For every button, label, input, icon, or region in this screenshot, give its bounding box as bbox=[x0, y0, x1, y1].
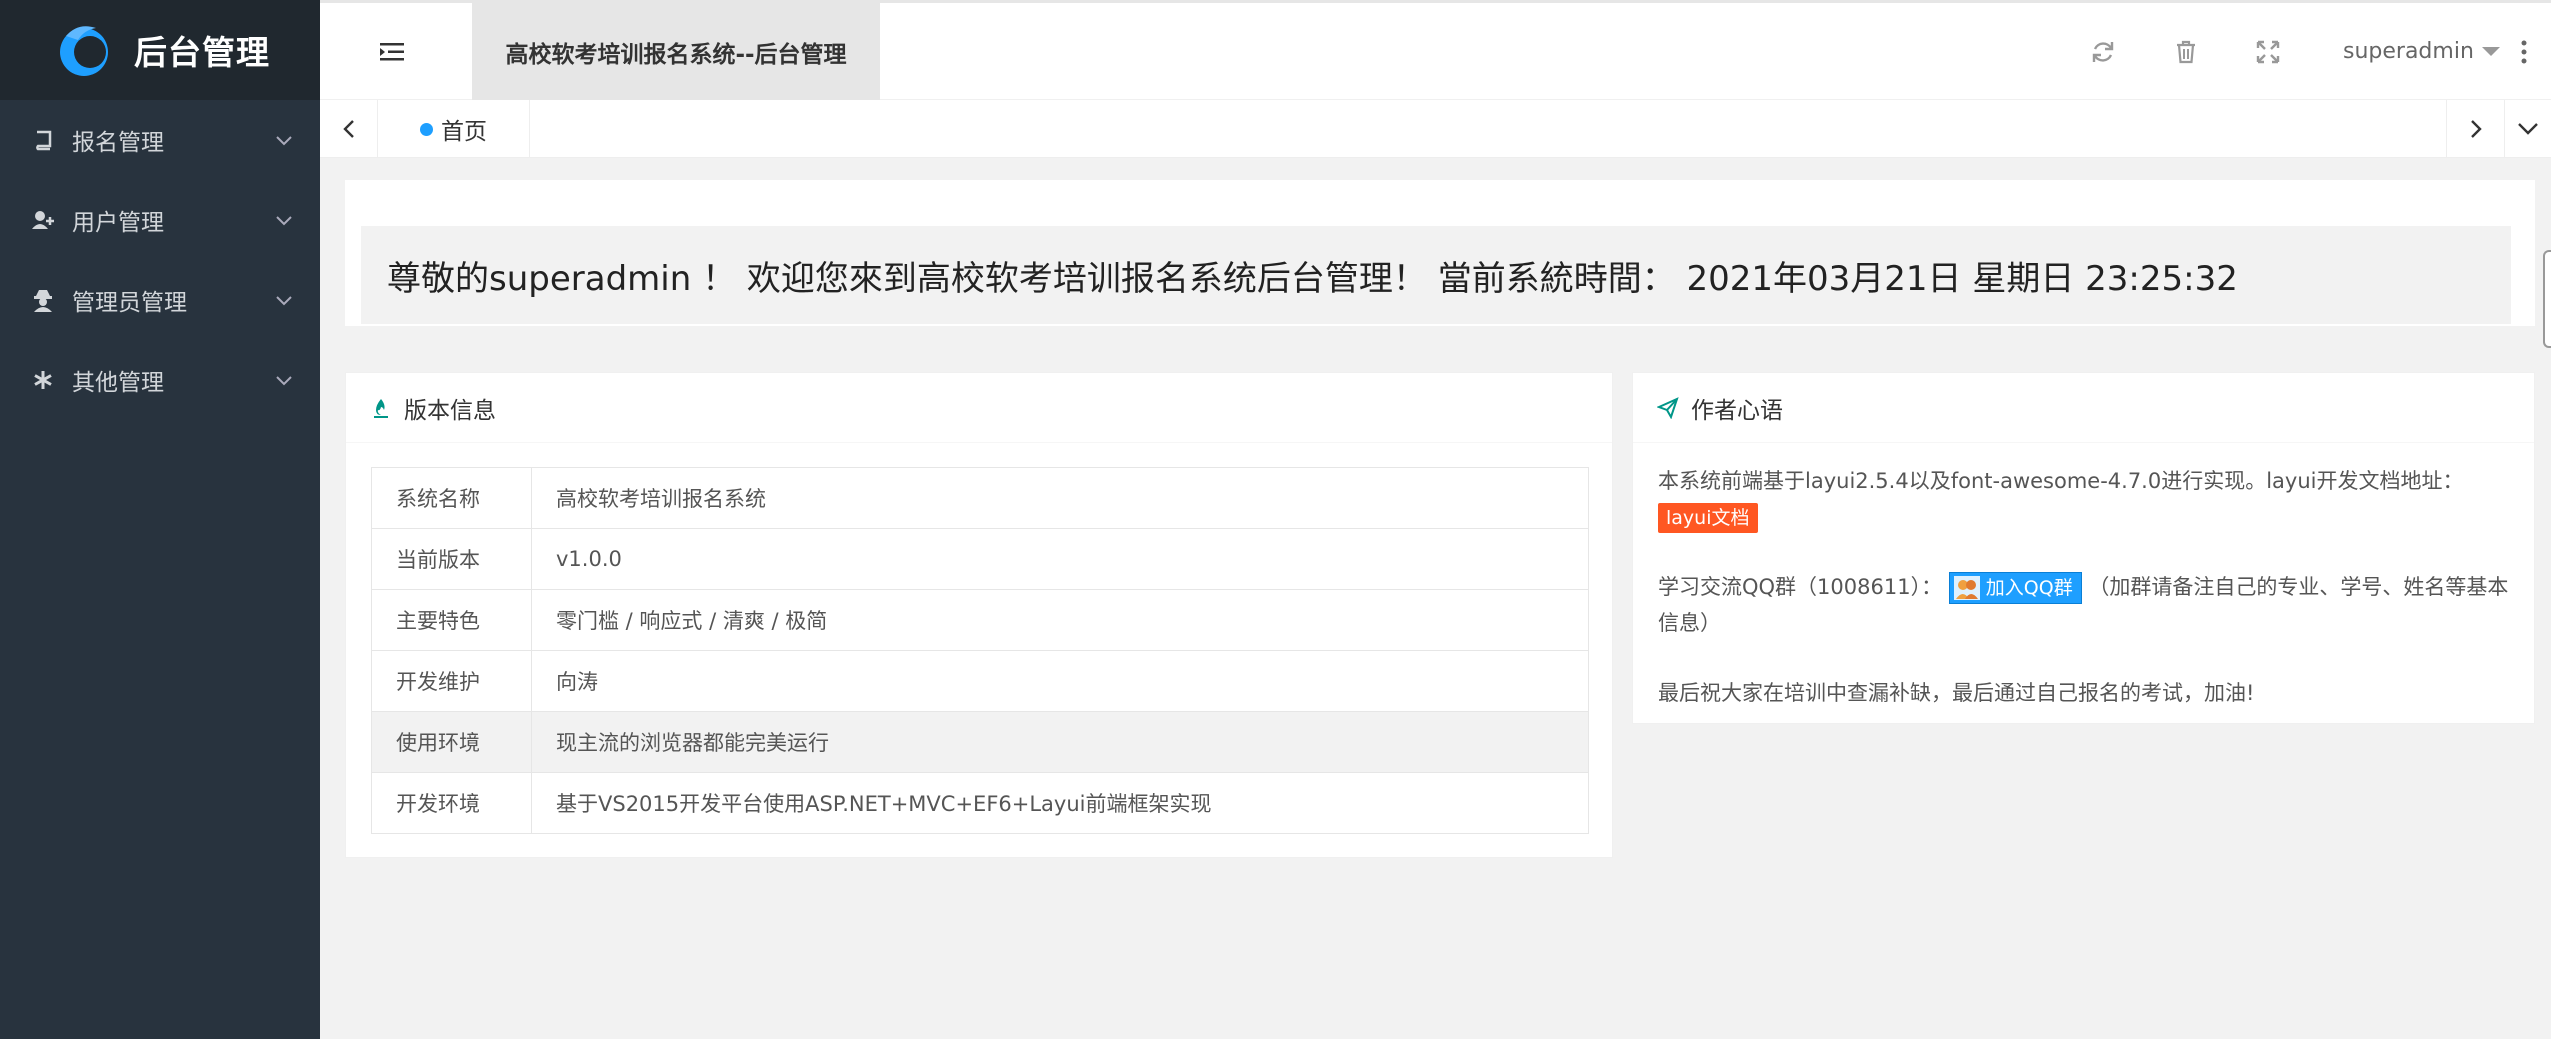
table-row: 使用环境 现主流的浏览器都能完美运行 bbox=[371, 711, 1589, 773]
intro-text: 本系统前端基于layui2.5.4以及font-awesome-4.7.0进行实… bbox=[1658, 469, 2464, 493]
row-key: 使用环境 bbox=[371, 711, 532, 773]
welcome-message: 尊敬的superadmin ！ 欢迎您來到高校软考培训报名系统后台管理！ 當前系… bbox=[361, 226, 2511, 324]
sidebar-item-others[interactable]: 其他管理 bbox=[0, 340, 320, 420]
chevron-down-icon bbox=[276, 296, 292, 306]
intro-paragraph: 本系统前端基于layui2.5.4以及font-awesome-4.7.0进行实… bbox=[1658, 463, 2518, 535]
sidebar-item-users[interactable]: 用户管理 bbox=[0, 180, 320, 260]
row-value: 零门槛 / 响应式 / 清爽 / 极简 bbox=[531, 589, 1589, 651]
fullscreen-icon[interactable] bbox=[2255, 39, 2281, 65]
paper-plane-icon bbox=[1657, 396, 1679, 419]
active-dot-icon bbox=[420, 122, 433, 136]
top-header: 高校软考培训报名系统--后台管理 superadmin bbox=[320, 0, 2551, 100]
card-header: 作者心语 bbox=[1633, 373, 2534, 443]
qq-button-label: 加入QQ群 bbox=[1985, 577, 2073, 599]
caret-down-icon bbox=[2481, 47, 2500, 56]
table-row: 主要特色 零门槛 / 响应式 / 清爽 / 极简 bbox=[371, 589, 1589, 651]
row-value: 现主流的浏览器都能完美运行 bbox=[531, 711, 1589, 773]
more-vertical-icon[interactable] bbox=[2520, 39, 2528, 65]
tab-scroll-right-button[interactable] bbox=[2446, 100, 2504, 158]
sidebar-item-registration[interactable]: 报名管理 bbox=[0, 100, 320, 180]
row-key: 当前版本 bbox=[371, 528, 532, 590]
logo-title: 后台管理 bbox=[134, 33, 270, 72]
card-title: 版本信息 bbox=[404, 397, 496, 424]
table-row: 当前版本 v1.0.0 bbox=[371, 528, 1589, 590]
user-plus-icon bbox=[30, 207, 56, 233]
row-key: 开发维护 bbox=[371, 650, 532, 712]
user-menu[interactable]: superadmin bbox=[2343, 39, 2500, 64]
card-header: 版本信息 bbox=[346, 373, 1612, 443]
sidebar-item-label: 其他管理 bbox=[72, 370, 164, 396]
asterisk-icon bbox=[30, 367, 56, 393]
sidebar-item-label: 管理员管理 bbox=[72, 290, 187, 316]
card-title: 作者心语 bbox=[1691, 397, 1783, 424]
tab-home-label: 首页 bbox=[441, 119, 487, 145]
trash-icon[interactable] bbox=[2173, 39, 2199, 65]
chevron-left-icon bbox=[342, 120, 354, 138]
logo-icon bbox=[56, 22, 112, 78]
author-notes-body: 本系统前端基于layui2.5.4以及font-awesome-4.7.0进行实… bbox=[1658, 463, 2518, 711]
page-title-tab[interactable]: 高校软考培训报名系统--后台管理 bbox=[472, 3, 880, 100]
version-table: 系统名称 高校软考培训报名系统 当前版本 v1.0.0 主要特色 零门槛 / 响应式 … bbox=[371, 467, 1589, 834]
chevron-down-icon bbox=[276, 216, 292, 226]
refresh-icon[interactable] bbox=[2090, 39, 2116, 65]
fire-icon bbox=[374, 398, 388, 418]
welcome-panel: 尊敬的superadmin ！ 欢迎您來到高校软考培训报名系统后台管理！ 當前系… bbox=[345, 180, 2535, 326]
tab-bar: 首页 bbox=[320, 100, 2551, 158]
table-row: 开发环境 基于VS2015开发平台使用ASP.NET+MVC+EF6+Layui前… bbox=[371, 772, 1589, 834]
author-notes-card: 作者心语 本系统前端基于layui2.5.4以及font-awesome-4.7… bbox=[1632, 372, 2535, 724]
table-row: 开发维护 向涛 bbox=[371, 650, 1589, 712]
tab-home[interactable]: 首页 bbox=[378, 100, 530, 158]
chevron-down-icon bbox=[276, 376, 292, 386]
row-key: 系统名称 bbox=[371, 467, 532, 529]
closing-paragraph: 最后祝大家在培训中查漏补缺，最后通过自己报名的考试，加油! bbox=[1658, 681, 2255, 705]
chevron-right-icon bbox=[2470, 120, 2482, 138]
sidebar: 后台管理 报名管理 用户管理 管理员管理 其他管理 bbox=[0, 0, 320, 1039]
qq-group-icon bbox=[1953, 576, 1980, 600]
tab-options-button[interactable] bbox=[2504, 100, 2551, 158]
layui-docs-link[interactable]: layui文档 bbox=[1658, 503, 1758, 533]
row-value: 高校软考培训报名系统 bbox=[531, 467, 1589, 529]
menu-toggle-icon[interactable] bbox=[380, 41, 408, 63]
sidebar-item-admins[interactable]: 管理员管理 bbox=[0, 260, 320, 340]
row-key: 主要特色 bbox=[371, 589, 532, 651]
version-info-card: 版本信息 系统名称 高校软考培训报名系统 当前版本 v1.0.0 主要特色 零门槛 /… bbox=[345, 372, 1613, 858]
qq-paragraph: 学习交流QQ群（1008611）： 加入QQ群 （加群请备注自己的专业、学号、姓… bbox=[1658, 569, 2518, 641]
row-value: 基于VS2015开发平台使用ASP.NET+MVC+EF6+Layui前端框架实… bbox=[531, 772, 1589, 834]
chevron-down-icon bbox=[2518, 123, 2538, 135]
sidebar-item-label: 用户管理 bbox=[72, 210, 164, 236]
table-row: 系统名称 高校软考培训报名系统 bbox=[371, 467, 1589, 529]
join-qq-group-button[interactable]: 加入QQ群 bbox=[1948, 572, 2082, 604]
tab-scroll-left-button[interactable] bbox=[320, 100, 378, 158]
sidebar-item-label: 报名管理 bbox=[72, 130, 164, 156]
chevron-down-icon bbox=[276, 136, 292, 146]
scrollbar-handle[interactable] bbox=[2543, 250, 2551, 348]
logo[interactable]: 后台管理 bbox=[0, 0, 320, 100]
qq-prefix-text: 学习交流QQ群（1008611）： bbox=[1658, 575, 1943, 599]
book-icon bbox=[30, 127, 56, 153]
user-secret-icon bbox=[30, 287, 56, 313]
row-value: v1.0.0 bbox=[531, 528, 1589, 590]
row-key: 开发环境 bbox=[371, 772, 532, 834]
row-value: 向涛 bbox=[531, 650, 1589, 712]
username-label: superadmin bbox=[2343, 39, 2474, 64]
